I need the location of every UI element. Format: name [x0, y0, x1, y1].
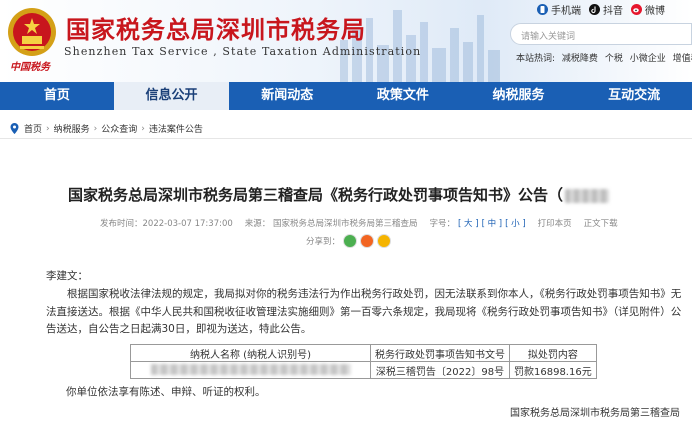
notice-number-cell: 深税三稽罚告〔2022〕98号	[370, 361, 510, 379]
article-paragraph: 根据国家税收法律法规的规定，我局拟对你的税务违法行为作出税务行政处罚，因无法联系…	[46, 288, 682, 335]
hot-words-label: 本站热词:	[516, 54, 556, 64]
article-meta: 发布时间：2022-03-07 17:37:00 来源： 国家税务总局深圳市税务…	[100, 217, 630, 229]
breadcrumb-public-query[interactable]: 公众查询	[101, 122, 137, 135]
font-small-button[interactable]: [ 小 ]	[505, 217, 526, 229]
main-nav: 首页 信息公开 新闻动态 政策文件 纳税服务 互动交流	[0, 82, 692, 110]
redacted-block	[565, 188, 610, 203]
hot-word-link[interactable]: 个税	[605, 54, 623, 64]
site-title[interactable]: 国家税务总局深圳市税务局	[66, 10, 366, 45]
font-size-label: 字号：	[429, 219, 456, 229]
top-links: 手机端 抖音 微博	[537, 2, 673, 17]
penalty-table: 纳税人名称 (纳税人识别号) 税务行政处罚事项告知书文号 拟处罚内容 深税三稽罚…	[130, 344, 597, 379]
nav-item-home[interactable]: 首页	[0, 82, 114, 110]
penalty-content-cell: 罚款16898.16元	[509, 361, 597, 379]
rights-statement: 你单位依法享有陈述、申辩、听证的权利。	[66, 386, 266, 398]
publish-time: 发布时间：2022-03-07 17:37:00	[100, 219, 233, 229]
qzone-share-icon[interactable]	[377, 234, 392, 248]
douyin-link[interactable]: 抖音	[589, 2, 623, 17]
font-large-button[interactable]: [ 大 ]	[458, 217, 479, 229]
article-source: 来源： 国家税务总局深圳市税务局第三稽查局	[244, 219, 418, 229]
issuer-signature: 国家税务总局深圳市税务局第三稽查局	[510, 408, 680, 419]
table-header-cell: 拟处罚内容	[509, 344, 597, 362]
redacted-block	[150, 364, 351, 376]
douyin-icon	[589, 4, 600, 15]
douyin-link-label: 抖音	[603, 6, 623, 17]
hot-word-link[interactable]: 小微企业	[630, 54, 666, 64]
nav-item-news[interactable]: 新闻动态	[229, 82, 345, 110]
mobile-link[interactable]: 手机端	[537, 2, 581, 17]
salutation: 李建文：	[46, 270, 88, 282]
table-header-cell: 税务行政处罚事项告知书文号	[370, 344, 510, 362]
breadcrumb: 首页 › 纳税服务 › 公众查询 › 违法案件公告	[10, 122, 203, 135]
mobile-link-label: 手机端	[551, 6, 581, 17]
nav-item-tax-service[interactable]: 纳税服务	[461, 82, 577, 110]
breadcrumb-tax-service[interactable]: 纳税服务	[54, 122, 90, 135]
location-pin-icon	[10, 123, 19, 134]
nav-item-interaction[interactable]: 互动交流	[576, 82, 692, 110]
breadcrumb-home[interactable]: 首页	[24, 122, 42, 135]
share-label: 分享到：	[306, 237, 341, 247]
table-row: 深税三稽罚告〔2022〕98号 罚款16898.16元	[130, 361, 597, 379]
article-title-text: 国家税务总局深圳市税务局第三稽查局《税务行政处罚事项告知书》公告（	[68, 186, 564, 204]
table-header-row: 纳税人名称 (纳税人识别号) 税务行政处罚事项告知书文号 拟处罚内容	[130, 344, 597, 362]
taxpayer-cell	[130, 361, 371, 379]
nav-item-info-disclosure[interactable]: 信息公开	[113, 82, 230, 110]
weibo-link-label: 微博	[645, 6, 665, 17]
weibo-share-icon[interactable]	[360, 234, 375, 248]
hot-word-link[interactable]: 增值税	[673, 54, 692, 64]
font-medium-button[interactable]: [ 中 ]	[482, 217, 503, 229]
weibo-link[interactable]: 微博	[631, 2, 665, 17]
breadcrumb-separator: ›	[46, 123, 50, 134]
hot-words: 本站热词: 减税降费 个税 小微企业 增值税	[516, 51, 692, 64]
nav-item-policy[interactable]: 政策文件	[345, 82, 461, 110]
article-title: 国家税务总局深圳市税务局第三稽查局《税务行政处罚事项告知书》公告（	[68, 184, 610, 205]
download-button[interactable]: 正文下载	[584, 217, 618, 229]
search-input[interactable]	[511, 27, 691, 47]
breadcrumb-separator: ›	[93, 123, 98, 134]
china-tax-logo-text: 中国税务	[10, 62, 50, 73]
table-header-cell: 纳税人名称 (纳税人识别号)	[130, 344, 371, 362]
breadcrumb-separator: ›	[141, 123, 145, 134]
site-subtitle: Shenzhen Tax Service , State Taxation Ad…	[64, 45, 422, 58]
breadcrumb-violation-notice[interactable]: 违法案件公告	[149, 122, 203, 135]
national-emblem-icon	[8, 8, 56, 56]
breadcrumb-divider	[0, 138, 692, 139]
print-button[interactable]: 打印本页	[538, 217, 572, 229]
search-box	[510, 23, 692, 47]
hot-word-link[interactable]: 减税降费	[562, 54, 598, 64]
mobile-icon	[537, 4, 548, 15]
wechat-share-icon[interactable]	[343, 234, 358, 248]
site-header: 中国税务 国家税务总局深圳市税务局 Shenzhen Tax Service ,…	[0, 0, 692, 82]
weibo-icon	[631, 4, 642, 15]
share-bar: 分享到：	[306, 234, 392, 248]
